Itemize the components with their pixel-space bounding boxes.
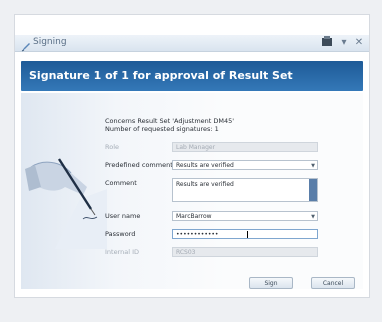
password-label: Password [105, 230, 136, 238]
user-name-label: User name [105, 212, 141, 220]
window-menu-icon[interactable] [320, 36, 334, 49]
window-title: Signing [33, 37, 67, 47]
requested-signatures-info: Number of requested signatures: 1 [105, 125, 219, 133]
close-button[interactable]: ✕ [352, 36, 366, 49]
password-input[interactable]: •••••••••••• [172, 229, 318, 239]
chevron-down-icon: ▼ [311, 214, 315, 220]
sign-button[interactable]: Sign [249, 277, 293, 289]
screenshot-frame: Signing ▾ ✕ Signature 1 of 1 for approva… [14, 14, 370, 298]
dialog-content: Concerns Result Set 'Adjustment DM45' Nu… [21, 93, 363, 289]
comment-textarea[interactable]: Results are verified [172, 178, 318, 202]
window-titlebar: Signing ▾ ✕ [15, 35, 369, 52]
banner-heading: Signature 1 of 1 for approval of Result … [29, 69, 293, 82]
predefined-comment-select[interactable]: Results are verified ▼ [172, 160, 318, 170]
internal-id-label: Internal ID [105, 248, 140, 256]
user-name-select[interactable]: MarcBarrow ▼ [172, 211, 318, 221]
chevron-down-icon: ▼ [311, 163, 315, 169]
comment-label: Comment [105, 179, 137, 187]
comment-scrollbar[interactable] [309, 179, 317, 201]
minimize-button[interactable]: ▾ [337, 36, 351, 49]
cancel-button[interactable]: Cancel [311, 277, 355, 289]
role-label: Role [105, 143, 120, 151]
signing-hand-illustration [25, 129, 107, 249]
predefined-comment-label: Predefined comment [105, 161, 173, 169]
internal-id-field: RCS03 [172, 247, 318, 257]
result-set-info: Concerns Result Set 'Adjustment DM45' [105, 117, 235, 125]
signing-pen-icon [21, 37, 31, 52]
signature-banner: Signature 1 of 1 for approval of Result … [21, 61, 363, 91]
text-caret [247, 231, 248, 238]
role-field: Lab Manager [172, 142, 318, 152]
